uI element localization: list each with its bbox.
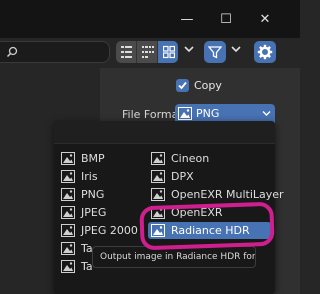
close-button[interactable]: ✕: [258, 13, 272, 27]
format-option-label: BMP: [81, 152, 105, 165]
file-browser-toolbar: [0, 38, 300, 68]
image-file-icon: [61, 152, 75, 165]
search-icon: [6, 46, 18, 58]
tooltip: Output image in Radiance HDR format.: [92, 246, 256, 268]
format-option-label: Ta: [81, 242, 93, 255]
vertical-list-icon: [121, 46, 132, 58]
image-file-icon: [61, 260, 75, 273]
display-mode-chevron-down-icon[interactable]: [183, 44, 195, 54]
format-option-openexr[interactable]: OpenEXR: [148, 204, 268, 221]
format-option-label: Ta: [81, 260, 93, 273]
thumbnails-icon: [163, 45, 175, 59]
image-file-icon: [61, 170, 75, 183]
format-option-label: Iris: [81, 170, 98, 183]
format-option-dpx[interactable]: DPX: [148, 168, 268, 185]
format-option-label: Cineon: [171, 152, 210, 165]
format-option-label: OpenEXR MultiLayer: [171, 188, 284, 201]
image-file-icon: [61, 224, 75, 237]
window-titlebar: — ☐ ✕: [0, 0, 300, 38]
image-file-icon: [151, 170, 165, 183]
file-format-label: File Format: [122, 108, 183, 121]
image-file-icon: [151, 188, 165, 201]
checkmark-icon: [178, 81, 187, 90]
format-option-label: Radiance HDR: [171, 224, 250, 237]
display-mode-group: [116, 41, 178, 63]
image-file-icon: [178, 107, 192, 120]
search-input[interactable]: [0, 41, 110, 63]
image-file-icon: [151, 224, 165, 237]
file-format-value: PNG: [196, 107, 220, 120]
image-file-icon: [61, 206, 75, 219]
maximize-button[interactable]: ☐: [219, 13, 233, 27]
minimize-button[interactable]: —: [180, 13, 194, 27]
copy-checkbox[interactable]: [176, 79, 189, 92]
format-option-cineon[interactable]: Cineon: [148, 150, 268, 167]
horizontal-list-button[interactable]: [137, 41, 158, 63]
format-option-label: OpenEXR: [171, 206, 223, 219]
horizontal-list-icon: [142, 46, 154, 58]
image-file-icon: [61, 188, 75, 201]
image-file-icon: [151, 152, 165, 165]
vertical-list-button[interactable]: [116, 41, 137, 63]
image-file-icon: [151, 206, 165, 219]
menu-search-area[interactable]: [54, 121, 275, 143]
format-option-label: JPEG 2000: [81, 224, 138, 237]
image-file-icon: [61, 242, 75, 255]
format-option-label: DPX: [171, 170, 194, 183]
menu-divider: [54, 143, 275, 144]
copy-label: Copy: [194, 79, 222, 92]
format-option-radiance-hdr[interactable]: Radiance HDR: [148, 222, 271, 239]
format-option-label: JPEG: [81, 206, 107, 219]
format-option-label: PNG: [81, 188, 105, 201]
chevron-down-icon: [262, 111, 271, 116]
settings-button[interactable]: [254, 41, 276, 63]
format-option-openexr-multilayer[interactable]: OpenEXR MultiLayer: [148, 186, 284, 203]
filter-button[interactable]: [204, 41, 226, 63]
filter-chevron-down-icon[interactable]: [230, 44, 242, 54]
gear-icon: [257, 44, 273, 60]
thumbnails-button[interactable]: [158, 41, 178, 63]
filter-funnel-icon: [208, 46, 222, 59]
